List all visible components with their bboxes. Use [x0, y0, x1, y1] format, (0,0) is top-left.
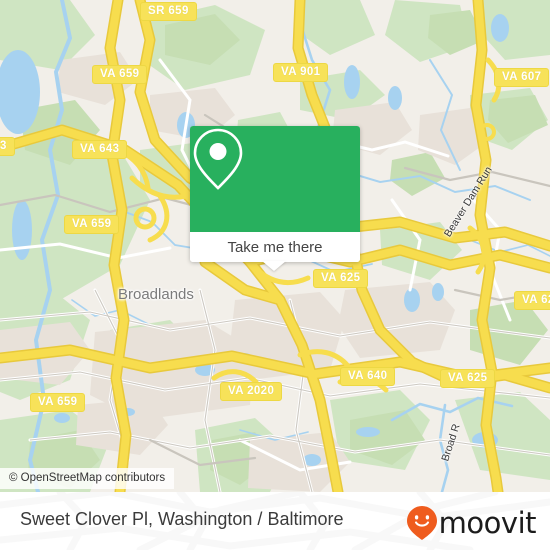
take-me-there-label-bar[interactable]: Take me there: [190, 232, 360, 262]
card-pointer-tail: [262, 261, 286, 271]
map-canvas[interactable]: SR 659 VA 659 VA 901 VA 607 VA 643 VA 65…: [0, 0, 550, 492]
take-me-there-card[interactable]: Take me there: [190, 126, 360, 262]
road-shield[interactable]: VA 659: [92, 65, 148, 84]
road-shield[interactable]: VA 901: [273, 63, 329, 82]
moovit-wordmark: moovit: [438, 505, 537, 540]
road-shield[interactable]: VA 659: [64, 215, 120, 234]
road-shield[interactable]: VA 625: [313, 269, 369, 288]
road-shield[interactable]: VA 625: [514, 291, 550, 310]
moovit-brand[interactable]: moovit: [405, 505, 537, 541]
road-shield[interactable]: VA 625: [440, 369, 496, 388]
map-screenshot: SR 659 VA 659 VA 901 VA 607 VA 643 VA 65…: [0, 0, 550, 550]
road-shield[interactable]: VA 2020: [220, 382, 283, 401]
location-pin-icon: [193, 128, 243, 190]
road-shield[interactable]: VA 640: [340, 367, 396, 386]
moovit-pin-icon: [406, 506, 437, 540]
road-shield[interactable]: 3: [0, 137, 15, 156]
road-shield[interactable]: VA 607: [494, 68, 550, 87]
osm-attribution[interactable]: © OpenStreetMap contributors: [0, 468, 175, 489]
road-shield[interactable]: VA 659: [30, 393, 86, 412]
page-title: Sweet Clover Pl, Washington / Baltimore: [20, 509, 344, 529]
road-shield[interactable]: SR 659: [140, 2, 197, 21]
road-shield[interactable]: VA 643: [72, 140, 128, 159]
card-icon-area: [190, 126, 360, 232]
place-label-broadlands: Broadlands: [118, 286, 194, 303]
footer-bar: Sweet Clover Pl, Washington / Baltimore …: [0, 492, 550, 550]
take-me-there-label: Take me there: [227, 238, 323, 256]
